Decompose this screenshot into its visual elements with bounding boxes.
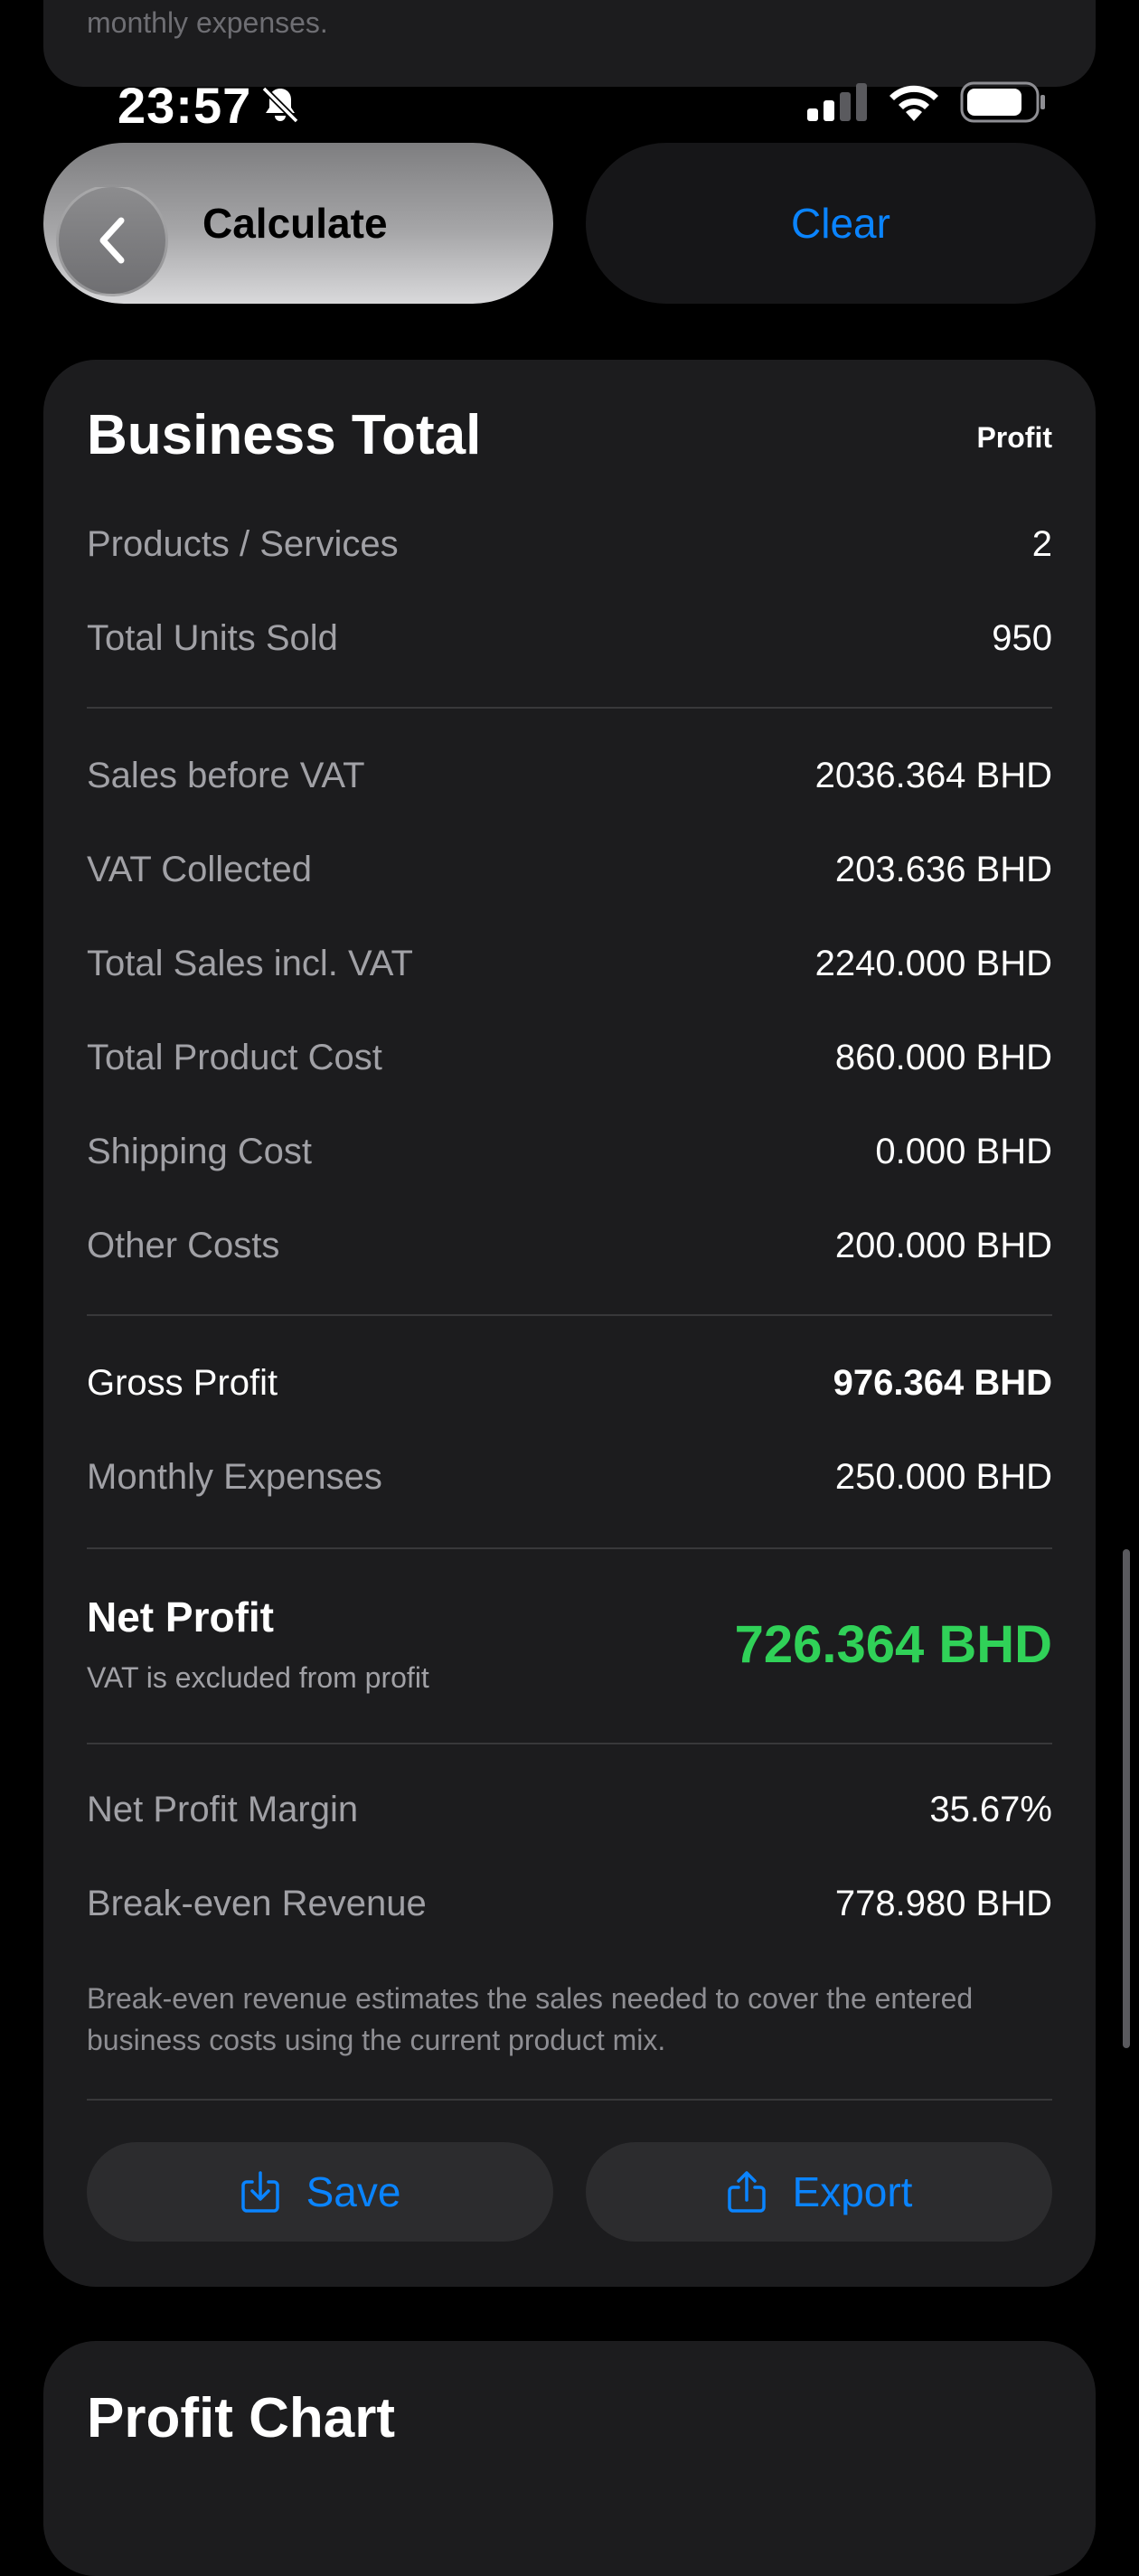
- row-monthly-expenses: Monthly Expenses 250.000 BHD: [87, 1450, 1052, 1504]
- row-label: Total Product Cost: [87, 1037, 382, 1077]
- export-label: Export: [792, 2168, 913, 2215]
- export-button[interactable]: Export: [586, 2142, 1052, 2242]
- row-value: 950: [992, 617, 1052, 658]
- row-gross-profit: Gross Profit 976.364 BHD: [87, 1356, 1052, 1410]
- scrollbar[interactable]: [1123, 1549, 1130, 2048]
- clear-label: Clear: [791, 200, 890, 247]
- row-total-units-sold: Total Units Sold 950: [87, 611, 1052, 665]
- row-label: Sales before VAT: [87, 755, 365, 795]
- row-value: 0.000 BHD: [875, 1131, 1052, 1171]
- row-label: VAT Collected: [87, 849, 313, 889]
- net-profit-subtitle: VAT is excluded from profit: [87, 1661, 429, 1694]
- back-button[interactable]: [56, 184, 168, 296]
- wifi-icon: [890, 85, 938, 121]
- row-label: Products / Services: [87, 523, 399, 564]
- profit-chart-title: Profit Chart: [87, 2387, 395, 2449]
- row-break-even-revenue: Break-even Revenue 778.980 BHD: [87, 1876, 1052, 1931]
- share-icon: [727, 2171, 766, 2213]
- previous-card: monthly expenses.: [43, 0, 1096, 87]
- break-even-note: Break-even revenue estimates the sales n…: [87, 1982, 974, 2056]
- row-value: 860.000 BHD: [834, 1037, 1052, 1077]
- save-button[interactable]: Save: [87, 2142, 553, 2242]
- clear-button[interactable]: Clear: [586, 143, 1096, 304]
- calculate-button[interactable]: Calculate: [43, 143, 553, 304]
- bell-slash-icon: [261, 86, 299, 124]
- row-total-sales-incl-vat: Total Sales incl. VAT 2240.000 BHD: [87, 936, 1052, 991]
- net-profit-label: Net Profit: [87, 1594, 274, 1641]
- profit-chart-card: Profit Chart: [43, 2341, 1096, 2576]
- row-total-product-cost: Total Product Cost 860.000 BHD: [87, 1030, 1052, 1085]
- save-label: Save: [306, 2168, 401, 2215]
- divider: [87, 1743, 1052, 1744]
- battery-icon: [960, 81, 1045, 123]
- row-label: Total Sales incl. VAT: [87, 943, 413, 983]
- save-icon: [240, 2171, 279, 2213]
- row-value: 976.364 BHD: [833, 1362, 1052, 1403]
- row-label: Shipping Cost: [87, 1131, 313, 1171]
- row-vat-collected: VAT Collected 203.636 BHD: [87, 842, 1052, 897]
- row-other-costs: Other Costs 200.000 BHD: [87, 1218, 1052, 1273]
- row-value: 2036.364 BHD: [814, 755, 1052, 795]
- row-value: 250.000 BHD: [834, 1456, 1052, 1497]
- row-shipping-cost: Shipping Cost 0.000 BHD: [87, 1124, 1052, 1179]
- row-label: Net Profit Margin: [87, 1789, 359, 1829]
- net-profit-value: 726.364 BHD: [734, 1615, 1052, 1674]
- chevron-left-icon: [99, 217, 125, 264]
- cellular-signal-icon: [807, 83, 867, 121]
- calculate-label: Calculate: [202, 200, 388, 247]
- row-value: 200.000 BHD: [834, 1225, 1052, 1265]
- divider: [87, 1547, 1052, 1549]
- divider: [87, 2099, 1052, 2101]
- status-time: 23:57: [118, 77, 252, 134]
- row-label: Monthly Expenses: [87, 1456, 382, 1497]
- divider: [87, 1314, 1052, 1316]
- row-label: Break-even Revenue: [87, 1883, 427, 1923]
- row-label: Other Costs: [87, 1225, 280, 1265]
- row-value: 2: [1031, 523, 1052, 564]
- row-label: Gross Profit: [87, 1362, 278, 1403]
- row-net-profit-margin: Net Profit Margin 35.67%: [87, 1782, 1052, 1837]
- divider: [87, 707, 1052, 709]
- row-label: Total Units Sold: [87, 617, 338, 658]
- row-value: 203.636 BHD: [834, 849, 1052, 889]
- row-sales-before-vat: Sales before VAT 2036.364 BHD: [87, 748, 1052, 803]
- previous-card-text: monthly expenses.: [87, 6, 328, 39]
- row-value: 35.67%: [929, 1789, 1052, 1829]
- row-value: 778.980 BHD: [834, 1883, 1052, 1923]
- business-total-title: Business Total: [87, 404, 482, 466]
- row-value: 2240.000 BHD: [814, 943, 1052, 983]
- business-total-card: Business Total Profit Products / Service…: [43, 360, 1096, 2287]
- profit-badge: Profit: [976, 421, 1052, 454]
- row-products-services: Products / Services 2: [87, 517, 1052, 571]
